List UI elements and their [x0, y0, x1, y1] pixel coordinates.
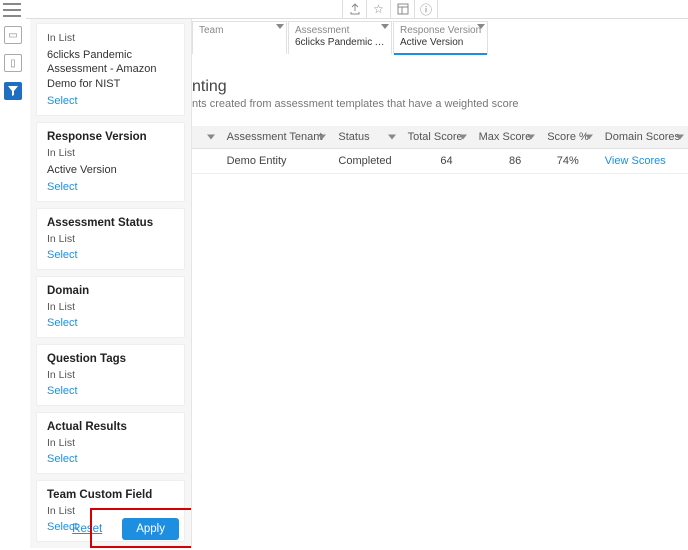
- breadcrumb-tab-label: Team: [199, 25, 280, 37]
- left-rail: ▭ ▯: [0, 0, 26, 550]
- filter-select-link[interactable]: Select: [47, 249, 174, 261]
- cell-blank: [192, 149, 219, 174]
- filter-icon[interactable]: [4, 82, 22, 100]
- filter-select-link[interactable]: Select: [47, 317, 174, 329]
- filter-card: Question Tags In List Select: [36, 344, 185, 406]
- table-row: Demo Entity Completed 64 86 74% View Sco…: [192, 149, 688, 174]
- filter-select-link[interactable]: Select: [47, 181, 174, 193]
- breadcrumb-tab-label: Assessment: [295, 25, 385, 37]
- cell-max: 86: [471, 149, 540, 174]
- filter-card: Domain In List Select: [36, 276, 185, 338]
- chevron-down-icon: [477, 24, 485, 29]
- filter-panel-footer: Reset Apply: [30, 512, 191, 546]
- cell-domain-scores: View Scores: [597, 149, 688, 174]
- star-icon[interactable]: ☆: [366, 0, 390, 18]
- export-icon[interactable]: [342, 0, 366, 18]
- cell-tenant: Demo Entity: [219, 149, 331, 174]
- layout-icon[interactable]: [390, 0, 414, 18]
- filter-select-link[interactable]: Select: [47, 95, 174, 107]
- column-header-label: Domain Scores: [605, 131, 680, 143]
- filter-title: Response Version: [47, 131, 174, 143]
- filter-card: Response Version In List Active Version Sel…: [36, 122, 185, 202]
- folder-icon[interactable]: ▭: [4, 26, 22, 44]
- view-scores-link[interactable]: View Scores: [605, 155, 666, 167]
- cell-pct: 74%: [539, 149, 597, 174]
- column-header-label: Score %: [547, 131, 589, 143]
- column-header-label: Status: [338, 131, 369, 143]
- chevron-down-icon: [207, 135, 215, 140]
- breadcrumb-tab[interactable]: Team: [192, 21, 287, 54]
- filter-title: Question Tags: [47, 353, 174, 365]
- chevron-down-icon: [388, 135, 396, 140]
- page-title: nting: [192, 78, 688, 96]
- filter-operator: In List: [47, 147, 174, 159]
- chevron-down-icon: [585, 135, 593, 140]
- filter-value: 6clicks Pandemic Assessment - AmazonDemo…: [47, 48, 174, 91]
- filter-title: Actual Results: [47, 421, 174, 433]
- filter-panel: In List 6clicks Pandemic Assessment - Ama…: [30, 19, 192, 548]
- column-header[interactable]: Score %: [539, 126, 597, 149]
- filter-select-link[interactable]: Select: [47, 385, 174, 397]
- page-description: nts created from assessment templates th…: [192, 98, 688, 110]
- filter-operator: In List: [47, 437, 174, 449]
- chevron-down-icon: [676, 135, 684, 140]
- chevron-down-icon: [527, 135, 535, 140]
- filter-title: Team Custom Field: [47, 489, 174, 501]
- column-header-label: Assessment Tenant: [227, 131, 323, 143]
- chevron-down-icon: [381, 24, 389, 29]
- filter-card: Actual Results In List Select: [36, 412, 185, 474]
- cell-total: 64: [400, 149, 471, 174]
- chevron-down-icon: [276, 24, 284, 29]
- reset-button[interactable]: Reset: [72, 523, 102, 535]
- breadcrumb-tab[interactable]: Response Version Active Version: [393, 21, 488, 54]
- results-table: Assessment Tenant Status Total Score Max Sc…: [192, 126, 688, 174]
- column-header-label: Max Score: [479, 131, 532, 143]
- filter-operator: In List: [47, 301, 174, 313]
- column-header[interactable]: Assessment Tenant: [219, 126, 331, 149]
- table-header-row: Assessment Tenant Status Total Score Max Sc…: [192, 126, 688, 149]
- filter-title: Assessment Status: [47, 217, 174, 229]
- main-content: Team Assessment 6clicks Pandemic A... Re…: [192, 19, 688, 550]
- breadcrumb-tab-value: 6clicks Pandemic A...: [295, 37, 385, 49]
- filter-scroll-area[interactable]: In List 6clicks Pandemic Assessment - Ama…: [30, 19, 191, 548]
- column-header[interactable]: Total Score: [400, 126, 471, 149]
- filter-title: Domain: [47, 285, 174, 297]
- filter-operator: In List: [47, 369, 174, 381]
- column-header-label: Total Score: [408, 131, 463, 143]
- column-header[interactable]: Domain Scores: [597, 126, 688, 149]
- column-header[interactable]: Status: [330, 126, 399, 149]
- filter-card: In List 6clicks Pandemic Assessment - Ama…: [36, 23, 185, 116]
- apply-button[interactable]: Apply: [122, 518, 179, 540]
- breadcrumb-tab[interactable]: Assessment 6clicks Pandemic A...: [288, 21, 392, 54]
- top-toolbar: ☆ ⓘ: [26, 0, 688, 19]
- breadcrumb-tab-value: Active Version: [400, 37, 481, 49]
- column-header[interactable]: [192, 126, 219, 149]
- filter-select-link[interactable]: Select: [47, 453, 174, 465]
- breadcrumb-tab-label: Response Version: [400, 25, 481, 37]
- cell-status: Completed: [330, 149, 399, 174]
- chevron-down-icon: [459, 135, 467, 140]
- filter-card: Assessment Status In List Select: [36, 208, 185, 270]
- info-icon[interactable]: ⓘ: [414, 0, 438, 18]
- filter-value: Active Version: [47, 163, 174, 177]
- filter-operator: In List: [47, 233, 174, 245]
- chevron-down-icon: [318, 135, 326, 140]
- filter-operator: In List: [47, 32, 174, 44]
- bookmark-icon[interactable]: ▯: [4, 54, 22, 72]
- breadcrumb-tabs: Team Assessment 6clicks Pandemic A... Re…: [192, 19, 688, 54]
- column-header[interactable]: Max Score: [471, 126, 540, 149]
